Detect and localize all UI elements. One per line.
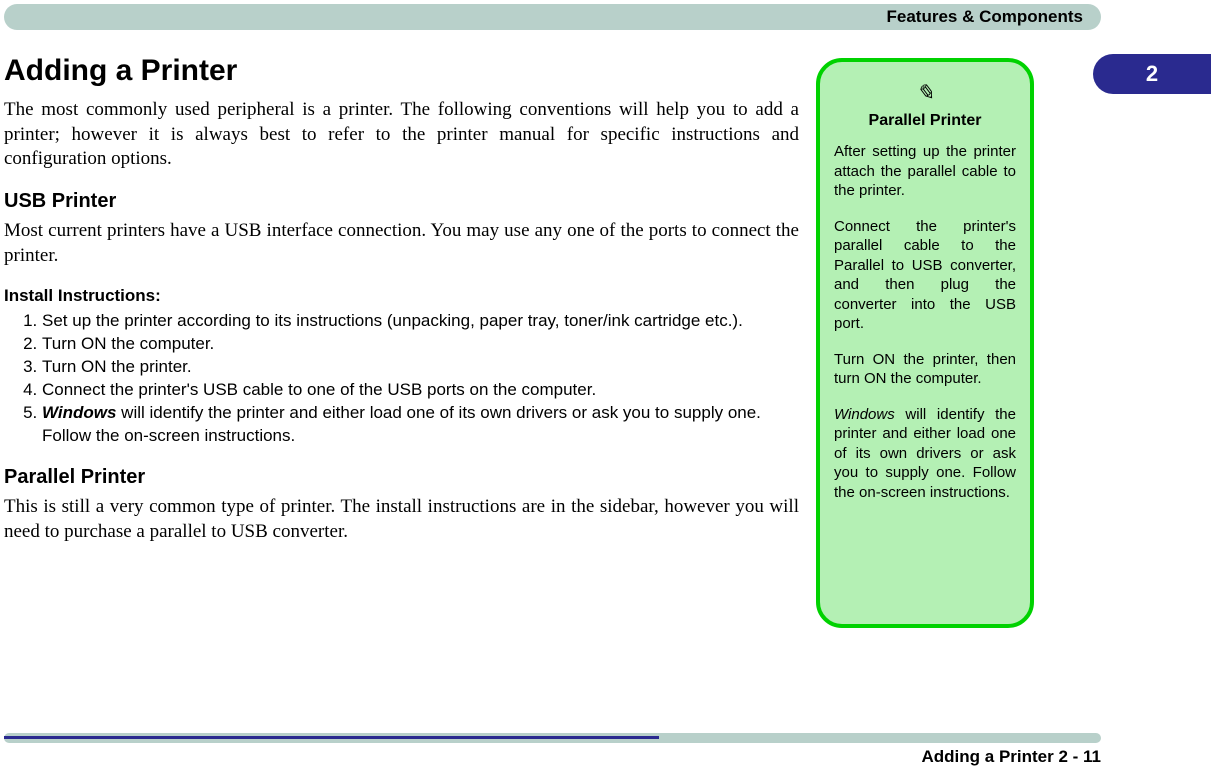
usb-text: Most current printers have a USB interfa… [4,219,799,268]
pencil-icon: ✎ [834,80,1016,106]
note-p2: Connect the printer's parallel cable to … [834,217,1016,334]
install-step: Turn ON the printer. [42,356,799,379]
windows-em: Windows [42,403,116,422]
note-title: Parallel Printer [834,112,1016,130]
step5-rest: will identify the printer and either loa… [42,403,761,445]
page-title: Adding a Printer [4,54,799,88]
note-p4: Windows will identify the printer and ei… [834,405,1016,503]
parallel-heading: Parallel Printer [4,466,799,489]
install-step: Connect the printer's USB cable to one o… [42,379,799,402]
chapter-tab: 2 [1093,54,1211,94]
note-box: ✎ Parallel Printer After setting up the … [816,58,1034,628]
install-heading: Install Instructions: [4,286,799,306]
install-list: Set up the printer according to its inst… [4,310,799,448]
install-step: Set up the printer according to its inst… [42,310,799,333]
windows-em: Windows [834,406,895,423]
header-bar: Features & Components [4,4,1101,30]
note-p3: Turn ON the printer, then turn ON the co… [834,350,1016,389]
note-p1: After setting up the printer attach the … [834,142,1016,201]
footer-accent [4,736,659,739]
install-step: Windows will identify the printer and ei… [42,402,799,448]
footer-text: Adding a Printer 2 - 11 [922,747,1102,767]
intro-paragraph: The most commonly used peripheral is a p… [4,98,799,172]
usb-heading: USB Printer [4,190,799,213]
main-content: Adding a Printer The most commonly used … [4,54,799,562]
parallel-text: This is still a very common type of prin… [4,495,799,544]
install-step: Turn ON the computer. [42,333,799,356]
chapter-number: 2 [1146,61,1158,87]
header-title: Features & Components [887,7,1083,27]
